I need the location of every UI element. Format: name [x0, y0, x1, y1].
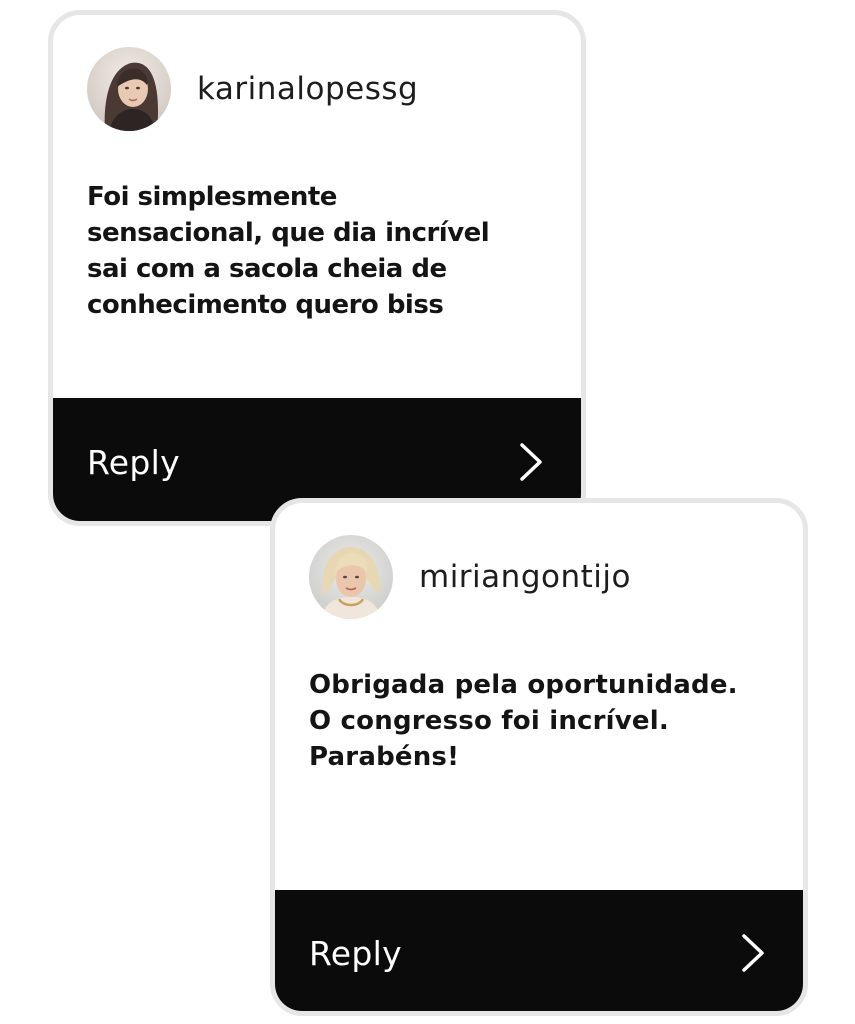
avatar[interactable] [309, 535, 393, 619]
chevron-right-icon [520, 443, 542, 481]
comment-line: Parabéns! [309, 742, 460, 772]
reply-label: Reply [87, 442, 180, 482]
comment-text: Obrigada pela oportunidade. O congresso f… [309, 667, 789, 775]
chevron-right-icon [742, 934, 764, 972]
reply-button[interactable]: Reply [275, 890, 803, 1011]
comment-line: conhecimento quero biss [87, 290, 444, 320]
comment-line: sai com a sacola cheia de [87, 254, 447, 284]
avatar[interactable] [87, 47, 171, 131]
username[interactable]: miriangontijo [419, 559, 631, 595]
comment-line: O congresso foi incrível. [309, 706, 669, 736]
comment-line: sensacional, que dia incrível [87, 218, 490, 248]
comment-card: karinalopessg Foi simplesmente sensaciona… [48, 10, 586, 526]
comment-line: Obrigada pela oportunidade. [309, 670, 738, 700]
username[interactable]: karinalopessg [197, 71, 418, 107]
user-avatar-photo-icon [309, 535, 393, 619]
comment-header: karinalopessg [87, 47, 418, 131]
comment-text: Foi simplesmente sensacional, que dia inc… [87, 179, 547, 323]
comment-card: miriangontijo Obrigada pela oportunidade… [270, 498, 808, 1016]
reply-label: Reply [309, 933, 402, 973]
user-avatar-photo-icon [87, 47, 171, 131]
comment-line: Foi simplesmente [87, 182, 337, 212]
comment-header: miriangontijo [309, 535, 631, 619]
